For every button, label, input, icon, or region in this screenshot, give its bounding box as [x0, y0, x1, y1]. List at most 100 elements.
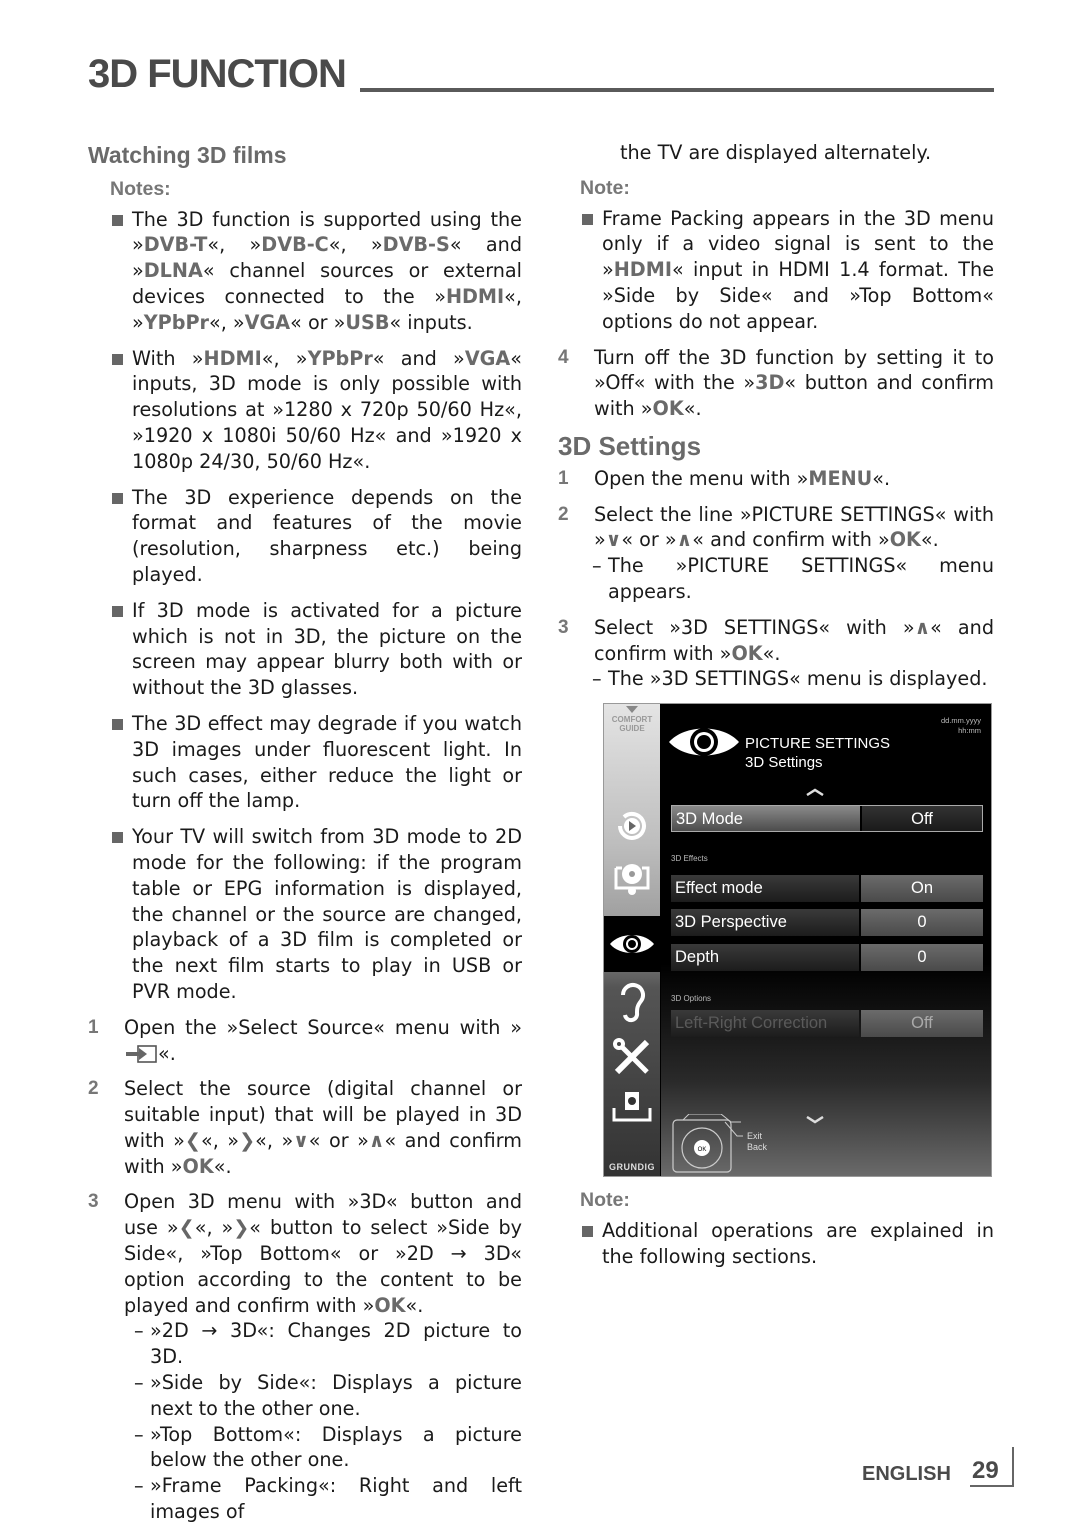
group-3d-options: 3D Options [671, 994, 712, 1003]
ok-label: OK [698, 1147, 707, 1153]
step-item: 3 Open 3D menu with »3D« button and use »… [88, 1190, 522, 1524]
note-additional: Additional operations are explained in t… [558, 1218, 994, 1270]
key-label: OK [374, 1293, 406, 1317]
eye-icon [669, 728, 739, 756]
media-icon[interactable] [604, 854, 660, 906]
page-header: 3D FUNCTION [88, 52, 994, 102]
bullet-square-icon [112, 353, 123, 365]
key-label: YPbPr [143, 310, 209, 334]
page-number: 29 [972, 1457, 999, 1484]
back-label: Back [747, 1142, 768, 1152]
step-number: 4 [558, 346, 569, 368]
triangle-down-icon [626, 706, 638, 713]
tools-icon[interactable] [604, 1030, 660, 1082]
sub-item: – The »3D SETTINGS« menu is displayed. [592, 667, 988, 691]
page-footer: ENGLISH 29 [862, 1447, 1022, 1495]
source-input-icon [124, 1044, 158, 1064]
step-4: 4 Turn off the 3D function by setting it … [558, 345, 994, 422]
step-item: 2 Select the line »PICTURE SETTINGS« with… [558, 502, 994, 603]
arrow-down-icon: ∨ [605, 528, 622, 552]
step-number: 1 [88, 1016, 99, 1038]
row-depth[interactable]: Depth 0 [671, 944, 983, 971]
sub-item: – »2D → 3D«: Changes 2D picture to 3D. [134, 1319, 522, 1369]
key-label: VGA [244, 310, 291, 334]
notes-list: The 3D function is supported using the »… [88, 207, 522, 1005]
remote-control-icon: OK [672, 1114, 743, 1173]
key-label: YPbPr [307, 346, 373, 370]
row-3d-perspective[interactable]: 3D Perspective 0 [671, 909, 983, 936]
header-rule [360, 88, 994, 92]
arrow-down-icon: ∨ [293, 1128, 309, 1152]
steps-list: 1 Open the »Select Source« menu with »«. 2… [88, 1015, 522, 1525]
step-number: 2 [558, 503, 569, 525]
key-label: OK [731, 641, 763, 665]
note-item: The 3D experience depends on the format … [88, 485, 522, 588]
step-item: 2 Select the source (digital channel or s… [88, 1077, 522, 1178]
key-label: DVB-S [382, 233, 450, 257]
key-label: DLNA [143, 259, 203, 283]
key-label: OK [889, 528, 921, 552]
date-time: dd.mm.yyyy hh:mm [940, 716, 981, 735]
note-item: Your TV will switch from 3D mode to 2D m… [88, 824, 522, 1005]
chevron-down-icon[interactable] [805, 1116, 825, 1124]
note-item: If 3D mode is activated for a picture wh… [88, 598, 522, 701]
page-rule-vertical [1012, 1447, 1014, 1487]
step-item: 1 Open the menu with »MENU«. [558, 466, 891, 490]
sub-item: – »Frame Packing«: Right and left images … [134, 1474, 522, 1524]
row-3d-mode[interactable]: 3D Mode Off [671, 805, 983, 832]
note-item: The 3D function is supported using the »… [88, 207, 522, 336]
tv-menu-main: dd.mm.yyyy hh:mm PICTURE SETTINGS 3D Set… [661, 704, 991, 1176]
arrow-up-icon: ∧ [914, 615, 931, 639]
comfort-guide[interactable]: COMFORT GUIDE [604, 706, 660, 733]
picture-eye-icon[interactable] [604, 916, 660, 972]
tv-sidebar: COMFORT GUIDE GRUNDIG [604, 704, 660, 1176]
step-number: 3 [88, 1191, 99, 1213]
key-label: MENU [808, 466, 873, 490]
row-left-right-correction[interactable]: Left-Right Correction Off [671, 1010, 983, 1037]
final-note: Note: Additional operations are explaine… [558, 1188, 994, 1279]
key-label: HDMI [203, 346, 262, 370]
step-item: 3 Select »3D SETTINGS« with »∧« and confi… [558, 615, 995, 691]
bullet-square-icon [112, 214, 123, 226]
note-item: With »HDMI«, »YPbPr« and »VGA« inputs, 3… [88, 346, 522, 475]
sound-ear-icon[interactable] [604, 976, 660, 1028]
row-effect-mode[interactable]: Effect mode On [671, 875, 983, 902]
grundig-logo: GRUNDIG [609, 1162, 655, 1172]
key-label: OK [652, 397, 684, 421]
step-number: 1 [558, 467, 569, 489]
bullet-square-icon [112, 832, 123, 844]
group-3d-effects: 3D Effects [671, 854, 708, 863]
source-play-icon[interactable] [604, 800, 660, 852]
bullet-square-icon [582, 1225, 593, 1237]
arrow-left-icon: ❮ [178, 1216, 195, 1240]
key-label: OK [182, 1154, 214, 1178]
sub-item: – The »PICTURE SETTINGS« menu appears. [592, 554, 994, 603]
note-item: The 3D effect may degrade if you watch 3… [88, 711, 522, 814]
step-number: 3 [558, 616, 569, 638]
exit-label: Exit [747, 1131, 763, 1141]
arrow-up-icon: ∧ [368, 1128, 385, 1152]
arrow-right-icon: ❯ [239, 1128, 256, 1152]
menu-title: PICTURE SETTINGS 3D Settings [745, 735, 891, 771]
right-column: the TV are displayed alternately. Note: … [558, 140, 994, 702]
continuation-text: the TV are displayed alternately. [620, 141, 932, 164]
network-icon[interactable] [604, 1082, 660, 1134]
step-number: 2 [88, 1078, 99, 1100]
step-item: 4 Turn off the 3D function by setting it … [558, 345, 994, 421]
section-title-3d-settings: 3D Settings [558, 430, 702, 461]
page-title: 3D FUNCTION [88, 52, 347, 96]
chevron-up-icon[interactable] [805, 788, 825, 796]
key-label: HDMI [613, 258, 672, 282]
notes-title: Notes: [110, 177, 171, 200]
bullet-square-icon [112, 718, 123, 730]
note2-title: Note: [580, 1189, 630, 1211]
arrow-left-icon: ❮ [184, 1128, 201, 1152]
left-column: Watching 3D films Notes: The 3D function… [88, 140, 522, 1535]
note-item: Frame Packing appears in the 3D menu onl… [558, 206, 994, 335]
bullet-square-icon [112, 605, 123, 617]
note-frame-packing: Frame Packing appears in the 3D menu onl… [558, 206, 994, 335]
step-item: 1 Open the »Select Source« menu with »«. [88, 1015, 522, 1065]
tv-menu-screenshot: COMFORT GUIDE GRUNDIG dd.mm.yyyy hh:mm P… [603, 703, 992, 1177]
sub-item: – »Side by Side«: Displays a picture next… [134, 1371, 522, 1420]
key-label: DVB-C [261, 233, 329, 257]
